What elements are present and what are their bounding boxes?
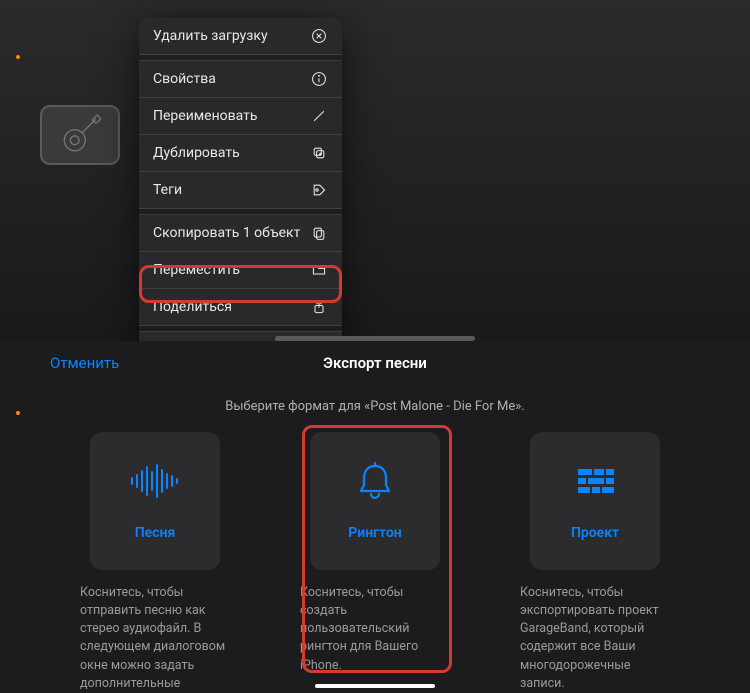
- menu-label: Скопировать 1 объект: [153, 225, 300, 241]
- export-card-label: Песня: [135, 525, 176, 541]
- project-thumbnail[interactable]: [40, 105, 120, 165]
- tag-icon: [310, 181, 328, 199]
- guitar-icon: [59, 114, 101, 156]
- menu-label: Дублировать: [153, 145, 240, 161]
- copy-icon: [310, 224, 328, 242]
- export-card-label: Рингтон: [348, 525, 401, 541]
- pencil-icon: [310, 107, 328, 125]
- bell-icon: [348, 461, 402, 501]
- menu-item-rename[interactable]: Переименовать: [139, 98, 342, 135]
- export-option-project: Проект Коснитесь, чтобы экспортировать п…: [507, 432, 683, 693]
- export-card-song[interactable]: Песня: [90, 432, 220, 570]
- export-description: Коснитесь, чтобы экспортировать проект G…: [520, 584, 670, 693]
- menu-item-copy[interactable]: Скопировать 1 объект: [139, 215, 342, 252]
- export-card-label: Проект: [571, 525, 619, 541]
- menu-item-duplicate[interactable]: Дублировать: [139, 135, 342, 172]
- export-card-project[interactable]: Проект: [530, 432, 660, 570]
- home-indicator[interactable]: [315, 684, 435, 688]
- duplicate-icon: [310, 144, 328, 162]
- menu-item-move[interactable]: Переместить: [139, 252, 342, 289]
- menu-item-share[interactable]: Поделиться: [139, 289, 342, 326]
- menu-label: Теги: [153, 182, 182, 198]
- panel-subtitle: Выберите формат для «Post Malone - Die F…: [0, 399, 750, 414]
- menu-item-delete-download[interactable]: Удалить загрузку: [139, 18, 342, 55]
- close-circle-icon: [310, 27, 328, 45]
- cancel-button[interactable]: Отменить: [50, 354, 119, 372]
- menu-label: Удалить загрузку: [153, 28, 268, 44]
- menu-item-tags[interactable]: Теги: [139, 172, 342, 209]
- export-description: Коснитесь, чтобы отправить песню как сте…: [80, 584, 230, 693]
- waveform-icon: [128, 461, 182, 501]
- menu-label: Поделиться: [153, 299, 232, 315]
- tracks-icon: [568, 461, 622, 501]
- info-circle-icon: [310, 70, 328, 88]
- menu-label: Переместить: [153, 262, 240, 278]
- menu-label: Переименовать: [153, 108, 258, 124]
- menu-label: Свойства: [153, 71, 216, 87]
- folder-icon: [310, 261, 328, 279]
- menu-item-properties[interactable]: Свойства: [139, 61, 342, 98]
- share-icon: [310, 298, 328, 316]
- export-description: Коснитесь, чтобы создать пользовательски…: [300, 584, 450, 675]
- export-option-song: Песня Коснитесь, чтобы отправить песню к…: [67, 432, 243, 693]
- context-menu: Удалить загрузку Свойства Переименовать …: [139, 18, 342, 368]
- export-panel: Отменить Экспорт песни Выберите формат д…: [0, 341, 750, 693]
- panel-title: Экспорт песни: [323, 354, 427, 372]
- export-card-ringtone[interactable]: Рингтон: [310, 432, 440, 570]
- export-option-ringtone: Рингтон Коснитесь, чтобы создать пользов…: [287, 432, 463, 693]
